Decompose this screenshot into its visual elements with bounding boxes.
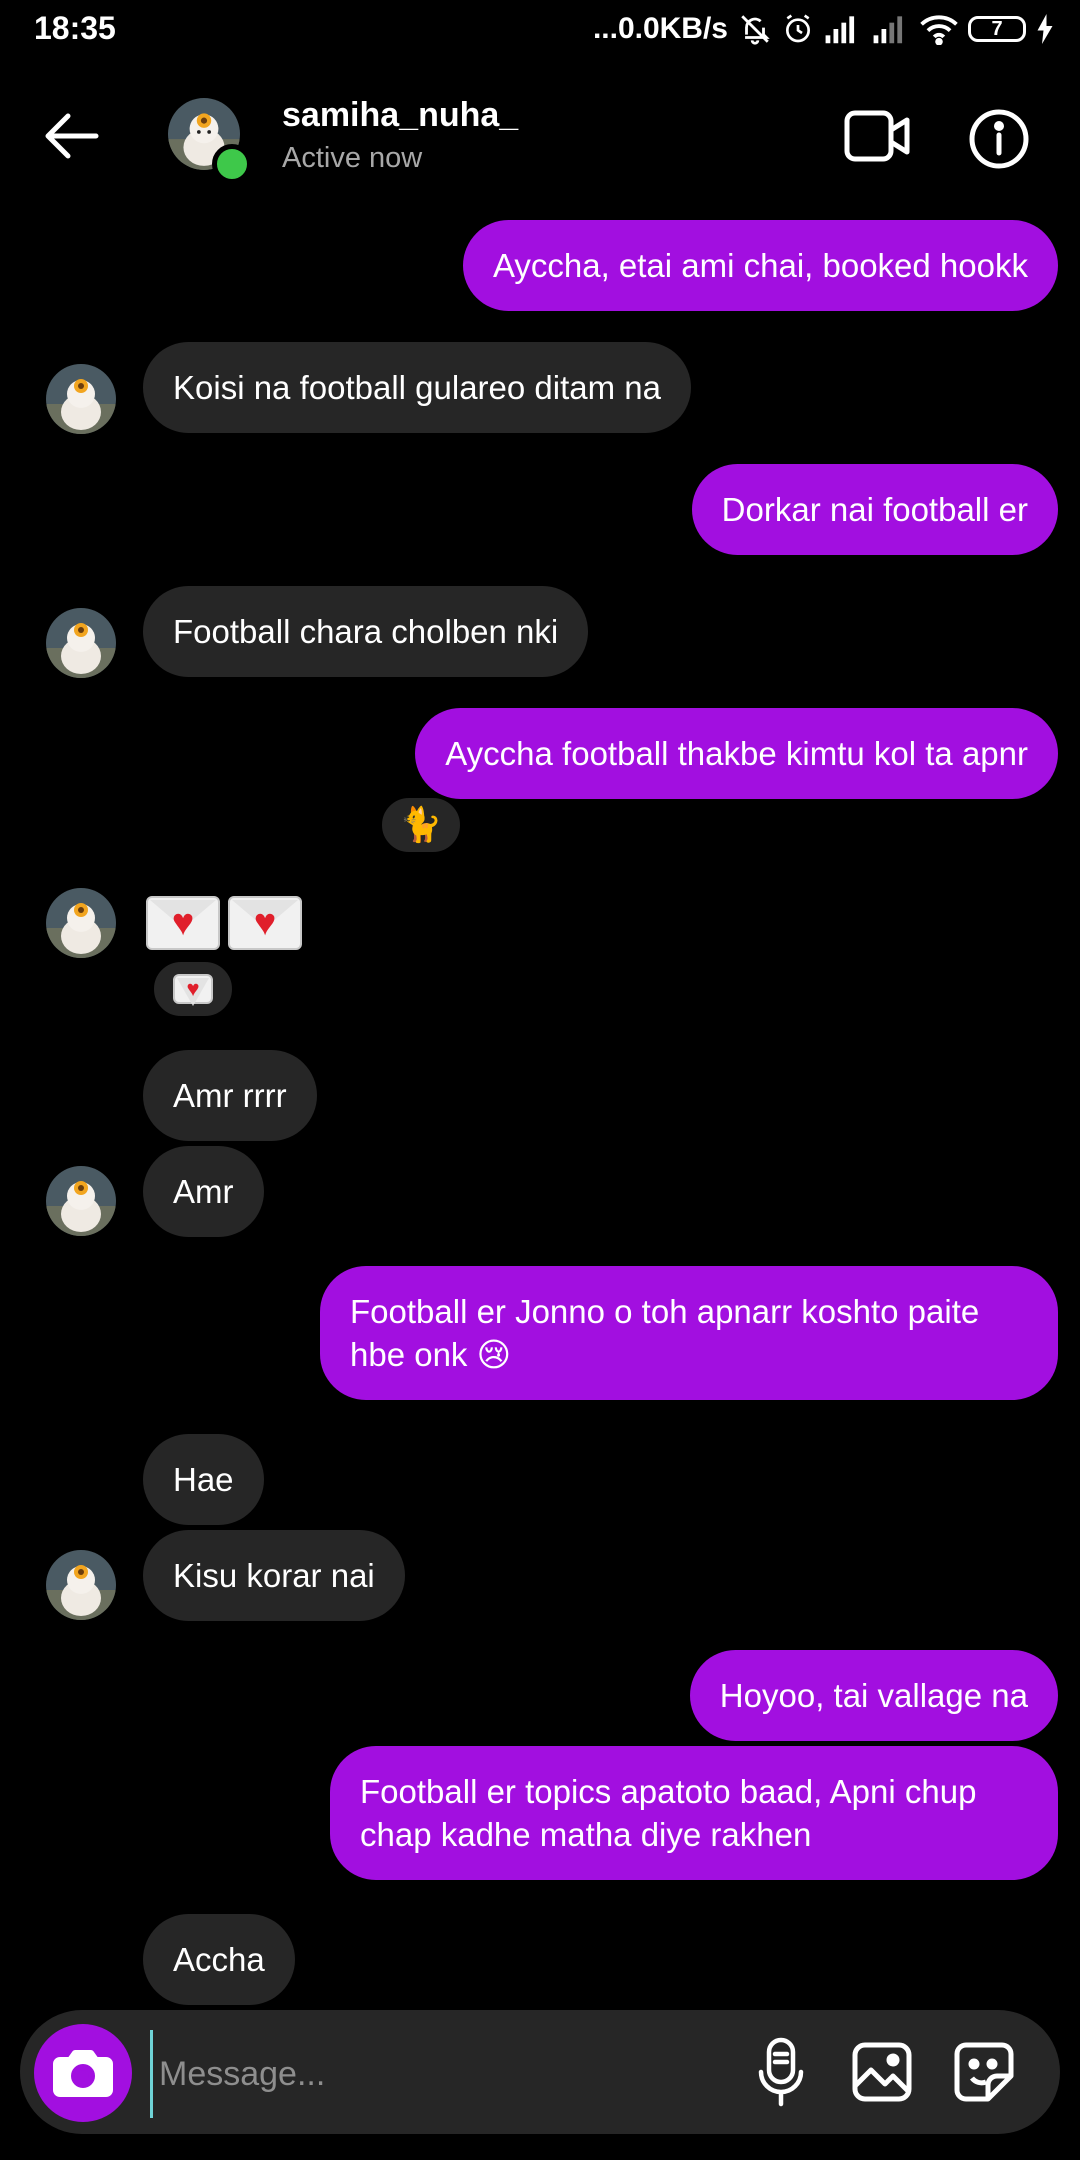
status-time: 18:35: [34, 10, 116, 46]
charging-icon: [1037, 14, 1053, 44]
message-received[interactable]: Football chara cholben nki: [143, 586, 589, 677]
network-speed: ...0.0KB/s: [592, 12, 728, 45]
signal-icon: [825, 16, 855, 44]
info-icon[interactable]: [968, 108, 1030, 170]
message-sent[interactable]: Ayccha football thakbe kimtu kol ta apnr: [415, 708, 1058, 799]
message-sent[interactable]: Dorkar nai football er: [691, 464, 1058, 555]
video-call-icon[interactable]: [844, 108, 910, 164]
mute-icon: [741, 15, 770, 45]
love-letter-icon: ♥: [146, 896, 220, 950]
message-received[interactable]: Kisu korar nai: [143, 1530, 405, 1621]
message-sent[interactable]: Hoyoo, tai vallage na: [689, 1650, 1058, 1741]
alarm-icon: [786, 14, 810, 43]
wifi-icon: [920, 15, 958, 45]
online-indicator: [212, 144, 252, 184]
back-arrow-icon[interactable]: [40, 104, 104, 168]
camera-icon: [53, 2050, 113, 2097]
sender-avatar[interactable]: [46, 1166, 116, 1236]
message-received[interactable]: Amr rrrr: [143, 1050, 317, 1141]
sender-avatar[interactable]: [46, 888, 116, 958]
message-received[interactable]: Amr: [143, 1146, 264, 1237]
microphone-icon[interactable]: [756, 2036, 806, 2108]
signal-icon-2: [873, 16, 903, 44]
gallery-icon[interactable]: [850, 2040, 914, 2104]
sender-avatar[interactable]: [46, 1550, 116, 1620]
message-sent[interactable]: Football er Jonno o toh apnarr koshto pa…: [320, 1266, 1058, 1400]
message-sent[interactable]: Ayccha, etai ami chai, booked hookk: [462, 220, 1058, 311]
chat-username[interactable]: samiha_nuha_: [282, 96, 518, 135]
message-input[interactable]: [150, 2030, 741, 2118]
message-received[interactable]: Hae: [143, 1434, 264, 1525]
message-sent[interactable]: Football er topics apatoto baad, Apni ch…: [330, 1746, 1058, 1880]
sticker-icon[interactable]: [952, 2040, 1016, 2104]
message-received[interactable]: Accha: [143, 1914, 295, 2005]
active-status: Active now: [282, 142, 423, 174]
battery-icon: 7: [968, 16, 1026, 42]
sender-avatar[interactable]: [46, 608, 116, 678]
emoji-message[interactable]: ♥ ♥: [146, 896, 302, 950]
message-received[interactable]: Koisi na football gulareo ditam na: [143, 342, 691, 433]
love-letter-icon: ♥: [173, 974, 213, 1004]
camera-button[interactable]: [34, 2024, 132, 2122]
status-icons: ...0.0KB/s 7: [593, 12, 1054, 46]
message-reaction[interactable]: ♥: [150, 958, 236, 1020]
love-letter-icon: ♥: [228, 896, 302, 950]
sender-avatar[interactable]: [46, 364, 116, 434]
message-reaction[interactable]: 🐈: [378, 794, 464, 856]
